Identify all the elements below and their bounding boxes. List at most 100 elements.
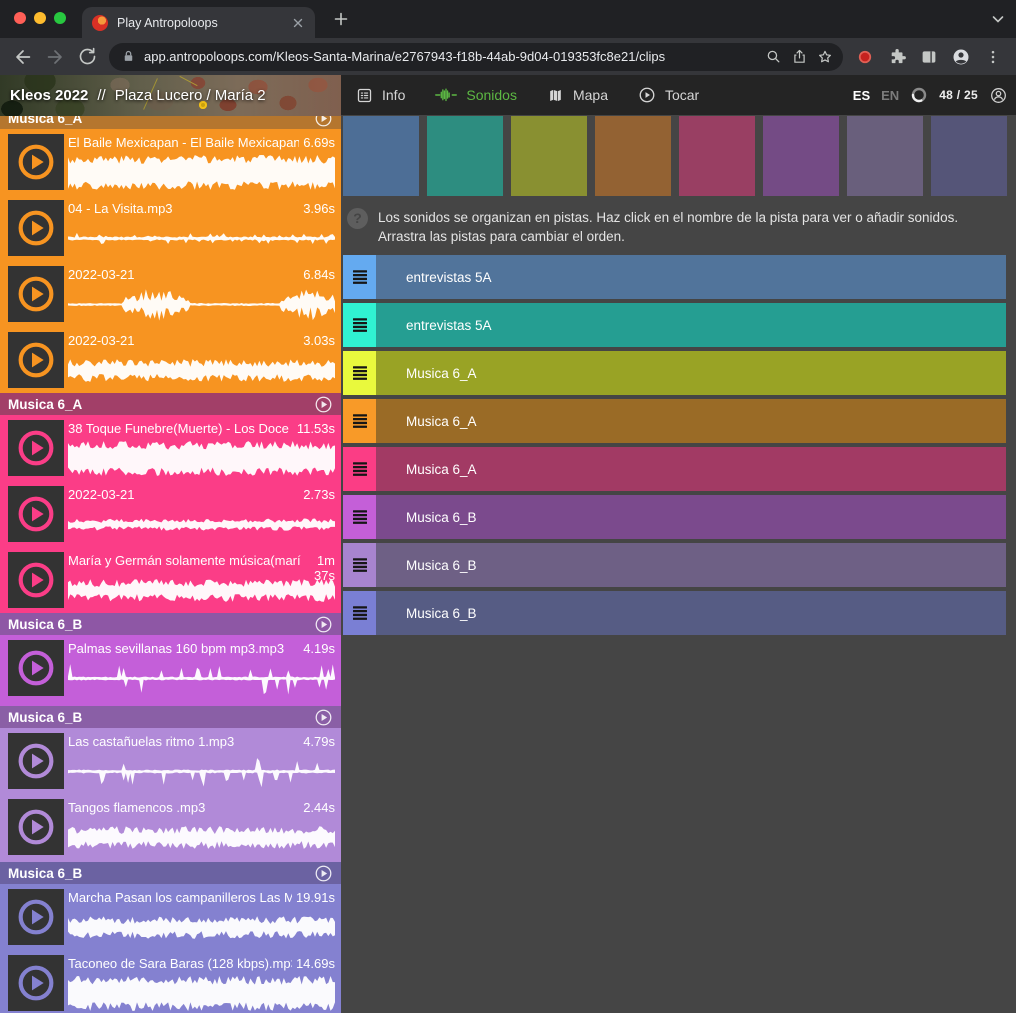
track-section-header[interactable]: Musica 6_B [0, 613, 341, 635]
nav-item-sonidos[interactable]: Sonidos [435, 87, 517, 103]
drag-handle[interactable] [343, 351, 376, 395]
track-color-block[interactable] [931, 116, 1007, 196]
clip-play-button[interactable] [8, 640, 64, 696]
clip-waveform[interactable] [68, 220, 335, 257]
recording-indicator-icon[interactable] [850, 42, 880, 72]
nav-item-info[interactable]: Info [356, 87, 405, 104]
track-row[interactable]: entrevistas 5A [343, 303, 1006, 347]
clip-play-button[interactable] [8, 955, 64, 1011]
track-label: entrevistas 5A [406, 318, 492, 333]
play-section-button[interactable] [314, 395, 333, 414]
clip-title: 2022-03-21 [68, 333, 299, 348]
clip-waveform[interactable] [68, 660, 335, 697]
track-color-block[interactable] [343, 116, 419, 196]
url-text: app.antropoloops.com/Kleos-Santa-Marina/… [144, 49, 760, 64]
nav-item-mapa[interactable]: Mapa [547, 87, 608, 104]
track-color-block[interactable] [847, 116, 923, 196]
browser-tab[interactable]: Play Antropoloops [82, 7, 315, 38]
profile-avatar[interactable] [946, 42, 976, 72]
clip-waveform[interactable] [68, 819, 335, 856]
track-row[interactable]: Musica 6_A [343, 447, 1006, 491]
track-row[interactable]: Musica 6_B [343, 591, 1006, 635]
play-section-button[interactable] [314, 864, 333, 883]
tab-search-chevron-icon[interactable] [990, 11, 1006, 27]
tab-close-icon[interactable] [291, 16, 305, 30]
browser-menu-kebab-icon[interactable] [978, 42, 1008, 72]
share-icon[interactable] [786, 44, 812, 70]
track-color-block[interactable] [679, 116, 755, 196]
clip-play-button[interactable] [8, 799, 64, 855]
forward-button[interactable] [40, 42, 70, 72]
clip-waveform[interactable] [68, 506, 335, 543]
play-section-button[interactable] [314, 615, 333, 634]
clip-waveform[interactable] [68, 753, 335, 790]
minimize-window-button[interactable] [34, 12, 46, 24]
side-panel-icon[interactable] [914, 42, 944, 72]
drag-handle[interactable] [343, 303, 376, 347]
window-controls [14, 12, 66, 24]
url-bar[interactable]: app.antropoloops.com/Kleos-Santa-Marina/… [109, 43, 843, 71]
fullscreen-window-button[interactable] [54, 12, 66, 24]
clip-play-button[interactable] [8, 266, 64, 322]
clip-play-button[interactable] [8, 420, 64, 476]
waveform-graphic [68, 572, 335, 609]
clip-play-icon [16, 807, 56, 847]
drag-handle[interactable] [343, 543, 376, 587]
clip-play-button[interactable] [8, 889, 64, 945]
track-row[interactable]: Musica 6_B [343, 495, 1006, 539]
track-section-header[interactable]: Musica 6_A [0, 115, 341, 129]
track-color-block[interactable] [427, 116, 503, 196]
clip-title: María y Germán solamente música(maría 2.… [68, 553, 301, 568]
waveform-icon [435, 87, 457, 103]
track-row[interactable]: Musica 6_A [343, 399, 1006, 443]
close-window-button[interactable] [14, 12, 26, 24]
clip-waveform[interactable] [68, 352, 335, 389]
back-button[interactable] [8, 42, 38, 72]
clip-waveform[interactable] [68, 572, 335, 609]
track-row[interactable]: entrevistas 5A [343, 255, 1006, 299]
track-color-block[interactable] [595, 116, 671, 196]
track-section-header[interactable]: Musica 6_B [0, 706, 341, 728]
drag-handle[interactable] [343, 591, 376, 635]
clip-play-button[interactable] [8, 134, 64, 190]
clip-waveform[interactable] [68, 440, 335, 477]
track-row[interactable]: Musica 6_A [343, 351, 1006, 395]
help-question-icon[interactable]: ? [347, 208, 368, 229]
clip-play-button[interactable] [8, 486, 64, 542]
drag-handle[interactable] [343, 447, 376, 491]
user-account-icon[interactable] [989, 86, 1008, 105]
clip-title: 38 Toque Funebre(Muerte) - Los Doce Par.… [68, 421, 293, 436]
clip-title-row: 2022-03-212.73s [68, 487, 335, 502]
clip-waveform[interactable] [68, 975, 335, 1012]
map-thumbnail[interactable]: Kleos 2022 // Plaza Lucero / María 2 [0, 75, 341, 116]
clip-duration: 2.44s [303, 800, 335, 815]
zoom-search-icon[interactable] [760, 44, 786, 70]
clip-play-button[interactable] [8, 332, 64, 388]
drag-handle[interactable] [343, 495, 376, 539]
track-section-header[interactable]: Musica 6_A [0, 393, 341, 415]
nav-item-tocar[interactable]: Tocar [638, 86, 699, 104]
clip-play-button[interactable] [8, 552, 64, 608]
breadcrumb-project[interactable]: Kleos 2022 [10, 87, 88, 104]
clip-play-button[interactable] [8, 200, 64, 256]
track-bar: Musica 6_A [376, 351, 1006, 395]
clip-duration: 19.91s [296, 890, 335, 905]
extensions-puzzle-icon[interactable] [882, 42, 912, 72]
play-section-button[interactable] [314, 708, 333, 727]
clip-play-button[interactable] [8, 733, 64, 789]
track-color-block[interactable] [511, 116, 587, 196]
clip-waveform[interactable] [68, 909, 335, 946]
lang-en-button[interactable]: EN [881, 88, 899, 103]
new-tab-button[interactable] [332, 10, 350, 28]
reload-button[interactable] [72, 42, 102, 72]
clip-waveform[interactable] [68, 286, 335, 323]
track-color-block[interactable] [763, 116, 839, 196]
track-row[interactable]: Musica 6_B [343, 543, 1006, 587]
lang-es-button[interactable]: ES [853, 88, 870, 103]
drag-handle[interactable] [343, 255, 376, 299]
track-section-header[interactable]: Musica 6_B [0, 862, 341, 884]
play-section-button[interactable] [314, 115, 333, 128]
clip-waveform[interactable] [68, 154, 335, 191]
bookmark-star-icon[interactable] [812, 44, 838, 70]
drag-handle[interactable] [343, 399, 376, 443]
